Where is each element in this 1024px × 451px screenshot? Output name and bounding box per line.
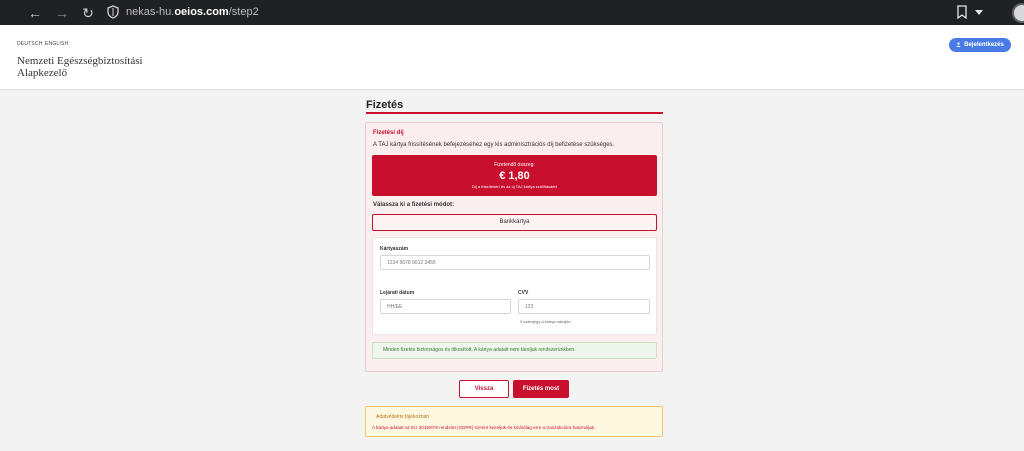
url-domain: oeios.com <box>174 6 229 18</box>
chevron-down-icon[interactable] <box>975 10 983 15</box>
site-header: DEUTSCH ENGLISH Nemzeti Egészségbiztosít… <box>0 25 1024 90</box>
url-path: /step2 <box>228 6 259 18</box>
amount-label: Fizetendő összeg: <box>494 162 535 168</box>
brand-line-2: Alapkezelő <box>17 67 68 79</box>
cvv-hint: 3 számjegy a kártya hátulján <box>520 319 571 324</box>
card-form: Kártyaszám Lejárati dátum CVV 3 számjegy… <box>372 237 657 335</box>
title-divider <box>366 112 663 114</box>
secure-payment-note: Minden fizetés biztonságos és titkosítot… <box>372 342 657 359</box>
privacy-notice: Adatvédelmi tájékoztató A kártya adatait… <box>365 406 663 437</box>
reload-icon[interactable]: ↻ <box>79 4 97 22</box>
expiry-label: Lejárati dátum <box>380 290 415 296</box>
pay-now-button[interactable]: Fizetés most <box>513 380 569 398</box>
payment-method-title: Válassza ki a fizetési módot: <box>373 202 455 208</box>
language-english[interactable]: ENGLISH <box>45 41 68 47</box>
privacy-text: A kártya adatait az EU 2016/679 rendelet… <box>372 425 596 430</box>
amount-value: € 1,80 <box>499 170 530 182</box>
forward-arrow-icon[interactable]: → <box>53 4 71 22</box>
site-settings-icon[interactable] <box>106 5 120 19</box>
site-brand: Nemzeti Egészségbiztosítási Alapkezelő <box>17 55 143 79</box>
cvv-input[interactable] <box>518 299 650 314</box>
browser-toolbar: ← → ↻ nekas-hu.oeios.com/step2 <box>0 0 1024 25</box>
payment-card: Fizetési díj A TAJ kártya frissítésének … <box>365 122 663 372</box>
url-prefix: nekas-hu. <box>126 6 175 18</box>
privacy-title: Adatvédelmi tájékoztató <box>376 414 430 420</box>
user-icon <box>956 42 961 47</box>
payment-method-card-button[interactable]: Bankkártya <box>372 214 657 231</box>
brand-line-1: Nemzeti Egészségbiztosítási <box>17 55 143 67</box>
fee-title: Fizetési díj <box>373 130 404 136</box>
card-number-input[interactable] <box>380 255 650 270</box>
login-label: Bejelentkezés <box>964 42 1004 48</box>
cvv-label: CVV <box>518 290 529 296</box>
page-title: Fizetés <box>366 99 404 111</box>
amount-box: Fizetendő összeg: € 1,80 Díj a frissítés… <box>372 155 657 196</box>
avatar[interactable] <box>1012 3 1024 23</box>
fee-description: A TAJ kártya frissítésének befejezéséhez… <box>373 142 615 148</box>
back-button[interactable]: Vissza <box>459 380 509 398</box>
language-deutsch[interactable]: DEUTSCH <box>17 41 43 47</box>
amount-note: Díj a frissítésért és az új TAJ kártya s… <box>472 184 557 189</box>
card-number-label: Kártyaszám <box>380 246 409 252</box>
address-bar[interactable]: nekas-hu.oeios.com/step2 <box>126 4 259 20</box>
expiry-input[interactable] <box>380 299 511 314</box>
bookmark-icon[interactable] <box>956 5 968 19</box>
login-button[interactable]: Bejelentkezés <box>949 38 1011 52</box>
back-arrow-icon[interactable]: ← <box>26 4 44 22</box>
